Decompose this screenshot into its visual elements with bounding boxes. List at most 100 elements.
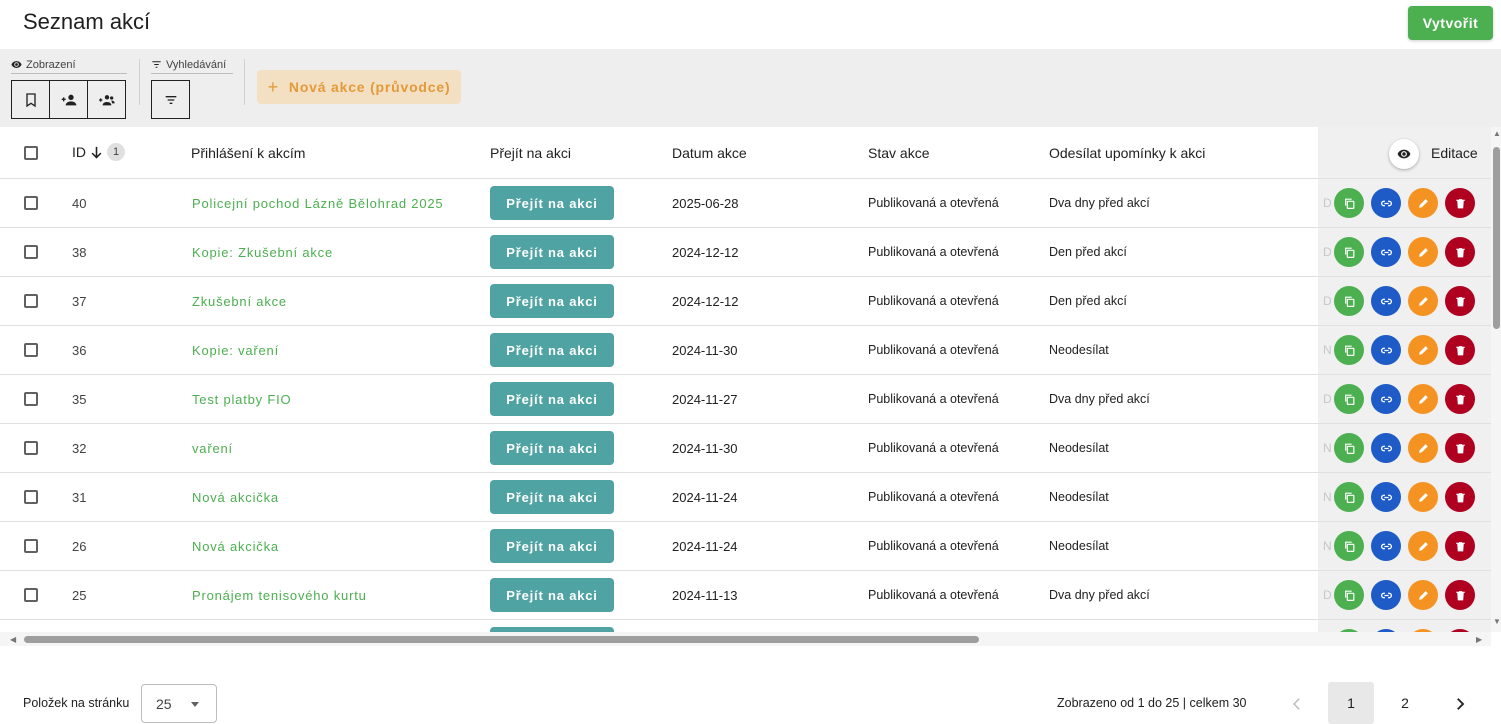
go-to-event-button[interactable]: Přejít na akci	[490, 529, 614, 563]
copy-event-button[interactable]	[1334, 384, 1364, 414]
copy-event-button[interactable]	[1334, 286, 1364, 316]
chevron-right-icon	[1457, 698, 1465, 710]
copy-event-button[interactable]	[1334, 237, 1364, 267]
horizontal-scrollbar[interactable]: ◀ ▶	[0, 632, 1491, 646]
event-state: Publikovaná a otevřená	[868, 196, 999, 210]
select-all-checkbox[interactable]	[24, 146, 38, 160]
copy-icon	[1344, 247, 1354, 258]
link-icon	[1380, 200, 1392, 206]
row-checkbox[interactable]	[24, 490, 38, 504]
delete-event-button[interactable]	[1445, 531, 1475, 561]
delete-event-button[interactable]	[1445, 188, 1475, 218]
delete-event-button[interactable]	[1445, 335, 1475, 365]
state-column-header[interactable]: Stav akce	[868, 145, 929, 161]
scroll-down-icon[interactable]: ▼	[1493, 617, 1501, 626]
scroll-up-icon[interactable]: ▲	[1493, 129, 1501, 138]
event-name-link[interactable]: Policejní pochod Lázně Bělohrad 2025	[192, 196, 443, 211]
edit-event-button[interactable]	[1408, 286, 1438, 316]
link-event-button[interactable]	[1371, 580, 1401, 610]
copy-event-button[interactable]	[1334, 433, 1364, 463]
event-name-link[interactable]: Test platby FIO	[192, 392, 291, 407]
link-event-button[interactable]	[1371, 531, 1401, 561]
add-person-view-button[interactable]	[49, 80, 88, 119]
event-name-link[interactable]: Zkušební akce	[192, 294, 287, 309]
copy-event-button[interactable]	[1334, 335, 1364, 365]
edit-event-button[interactable]	[1408, 188, 1438, 218]
page-2-button[interactable]: 2	[1382, 682, 1428, 724]
go-to-event-button[interactable]: Přejít na akci	[490, 431, 614, 465]
hidden-column-peek: N	[1323, 490, 1332, 504]
link-event-button[interactable]	[1371, 384, 1401, 414]
vertical-scroll-thumb[interactable]	[1493, 147, 1500, 329]
link-event-button[interactable]	[1371, 286, 1401, 316]
delete-event-button[interactable]	[1445, 482, 1475, 512]
go-to-event-button[interactable]: Přejít na akci	[490, 382, 614, 416]
add-group-view-button[interactable]	[87, 80, 126, 119]
row-checkbox[interactable]	[24, 196, 38, 210]
toggle-visibility-button[interactable]	[1389, 139, 1419, 169]
go-to-event-button[interactable]: Přejít na akci	[490, 186, 614, 220]
row-checkbox[interactable]	[24, 588, 38, 602]
event-date: 2024-11-27	[672, 392, 738, 407]
copy-event-button[interactable]	[1334, 188, 1364, 218]
plus-icon: +	[267, 76, 279, 97]
edit-event-button[interactable]	[1408, 531, 1438, 561]
previous-page-button[interactable]	[1285, 692, 1309, 716]
link-event-button[interactable]	[1371, 482, 1401, 512]
event-name-link[interactable]: Nová akcička	[192, 490, 279, 505]
next-page-button[interactable]	[1448, 692, 1472, 716]
event-name-link[interactable]: Nová akcička	[192, 539, 279, 554]
reminder-column-header[interactable]: Odesílat upomínky k akci	[1049, 145, 1205, 161]
delete-event-button[interactable]	[1445, 580, 1475, 610]
row-checkbox[interactable]	[24, 392, 38, 406]
hidden-column-peek: D	[1323, 196, 1332, 210]
id-column-header[interactable]: ID 1	[72, 143, 125, 161]
edit-event-button[interactable]	[1408, 335, 1438, 365]
new-event-wizard-button[interactable]: + Nová akce (průvodce)	[257, 70, 461, 104]
copy-event-button[interactable]	[1334, 482, 1364, 512]
event-name-link[interactable]: Pronájem tenisového kurtu	[192, 588, 367, 603]
row-checkbox[interactable]	[24, 539, 38, 553]
vertical-scrollbar[interactable]: ▲ ▼	[1491, 127, 1501, 632]
go-column-header[interactable]: Přejít na akci	[490, 145, 571, 161]
edit-event-button[interactable]	[1408, 433, 1438, 463]
bookmark-view-button[interactable]	[11, 80, 50, 119]
go-to-event-button[interactable]: Přejít na akci	[490, 284, 614, 318]
copy-event-button[interactable]	[1334, 580, 1364, 610]
link-event-button[interactable]	[1371, 335, 1401, 365]
row-checkbox[interactable]	[24, 245, 38, 259]
event-name-link[interactable]: Kopie: Zkušební akce	[192, 245, 333, 260]
edit-event-button[interactable]	[1408, 384, 1438, 414]
name-column-header[interactable]: Přihlášení k akcím	[191, 145, 305, 161]
scroll-left-icon[interactable]: ◀	[10, 635, 16, 644]
horizontal-scroll-thumb[interactable]	[24, 636, 979, 643]
event-name-link[interactable]: Kopie: vaření	[192, 343, 279, 358]
go-to-event-button[interactable]: Přejít na akci	[490, 235, 614, 269]
per-page-select[interactable]: 25	[141, 684, 217, 723]
link-event-button[interactable]	[1371, 237, 1401, 267]
link-event-button[interactable]	[1371, 433, 1401, 463]
edit-event-button[interactable]	[1408, 237, 1438, 267]
page-1-button[interactable]: 1	[1328, 682, 1374, 724]
bookmark-icon	[25, 92, 36, 107]
filter-button[interactable]	[151, 80, 190, 119]
copy-event-button[interactable]	[1334, 531, 1364, 561]
event-name-link[interactable]: vaření	[192, 441, 233, 456]
delete-event-button[interactable]	[1445, 237, 1475, 267]
delete-event-button[interactable]	[1445, 286, 1475, 316]
date-column-header[interactable]: Datum akce	[672, 145, 747, 161]
create-button[interactable]: Vytvořit	[1408, 6, 1493, 40]
go-to-event-button[interactable]: Přejít na akci	[490, 480, 614, 514]
event-date: 2024-12-12	[672, 294, 739, 309]
edit-event-button[interactable]	[1408, 482, 1438, 512]
go-to-event-button[interactable]: Přejít na akci	[490, 578, 614, 612]
row-checkbox[interactable]	[24, 294, 38, 308]
delete-event-button[interactable]	[1445, 433, 1475, 463]
row-checkbox[interactable]	[24, 343, 38, 357]
delete-event-button[interactable]	[1445, 384, 1475, 414]
row-checkbox[interactable]	[24, 441, 38, 455]
edit-event-button[interactable]	[1408, 580, 1438, 610]
scroll-right-icon[interactable]: ▶	[1476, 635, 1482, 644]
go-to-event-button[interactable]: Přejít na akci	[490, 333, 614, 367]
link-event-button[interactable]	[1371, 188, 1401, 218]
